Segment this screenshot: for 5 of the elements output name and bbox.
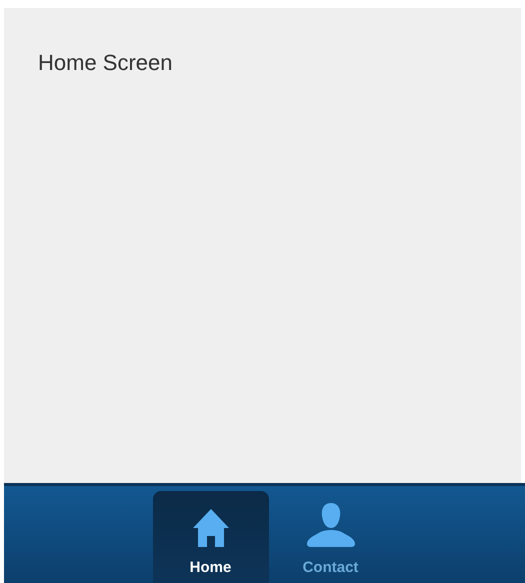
person-icon <box>306 503 354 547</box>
tab[interactable]: Contact <box>272 491 388 583</box>
house-icon <box>192 509 228 547</box>
screen-title: Home Screen <box>38 50 174 76</box>
tab[interactable]: Home <box>152 491 268 583</box>
